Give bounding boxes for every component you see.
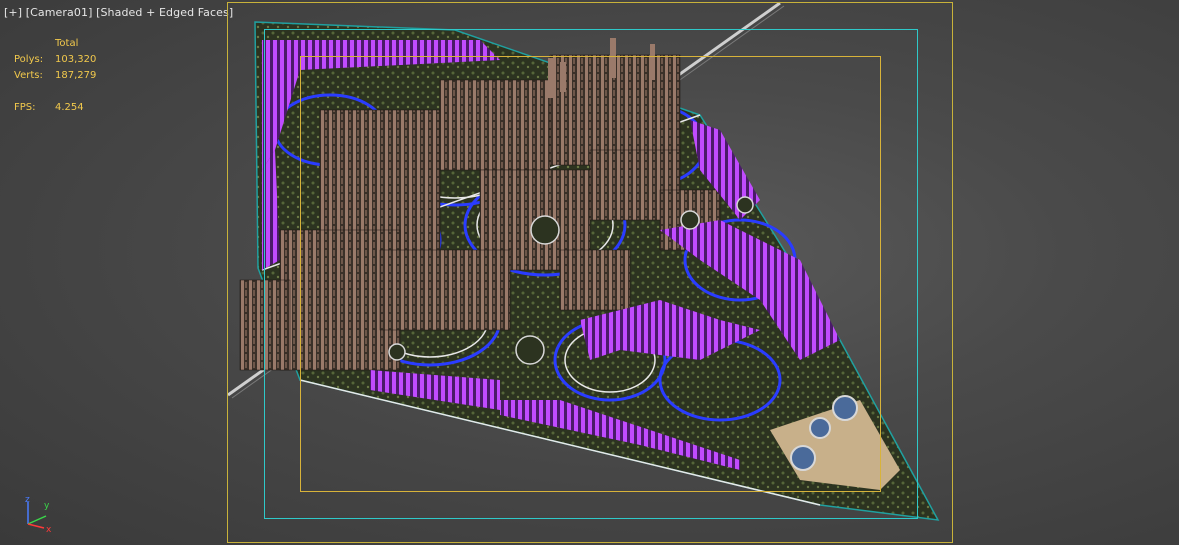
viewport-shading-menu[interactable]: [Shaded + Edged Faces] xyxy=(96,6,233,19)
viewport-statistics: Total Polys: 103,320 Verts: 187,279 FPS:… xyxy=(14,36,96,116)
stats-fps-label: FPS: xyxy=(14,102,36,113)
stats-header: Total xyxy=(55,38,79,49)
viewport-camera-menu[interactable]: [Camera01] xyxy=(26,6,93,19)
stats-polys-value: 103,320 xyxy=(55,54,97,65)
stats-polys-label: Polys: xyxy=(14,54,44,65)
safe-frame-title xyxy=(300,56,881,492)
viewport-menu-plus[interactable]: [+] xyxy=(4,6,22,19)
stats-verts-value: 187,279 xyxy=(55,70,97,81)
stats-polys-row: Polys: 103,320 xyxy=(14,52,96,68)
stats-fps-value: 4.254 xyxy=(55,102,84,113)
axis-z-label: z xyxy=(25,495,30,505)
3d-viewport[interactable]: [+] [Camera01] [Shaded + Edged Faces] To… xyxy=(0,0,1179,545)
axis-y-label: y xyxy=(44,501,50,511)
stats-verts-label: Verts: xyxy=(14,70,43,81)
stats-verts-row: Verts: 187,279 xyxy=(14,68,96,84)
axis-x-label: x xyxy=(46,525,52,534)
viewport-label[interactable]: [+] [Camera01] [Shaded + Edged Faces] xyxy=(4,6,233,19)
stats-fps-row: FPS: 4.254 xyxy=(14,100,96,116)
axis-tripod-icon: z y x xyxy=(25,495,52,534)
